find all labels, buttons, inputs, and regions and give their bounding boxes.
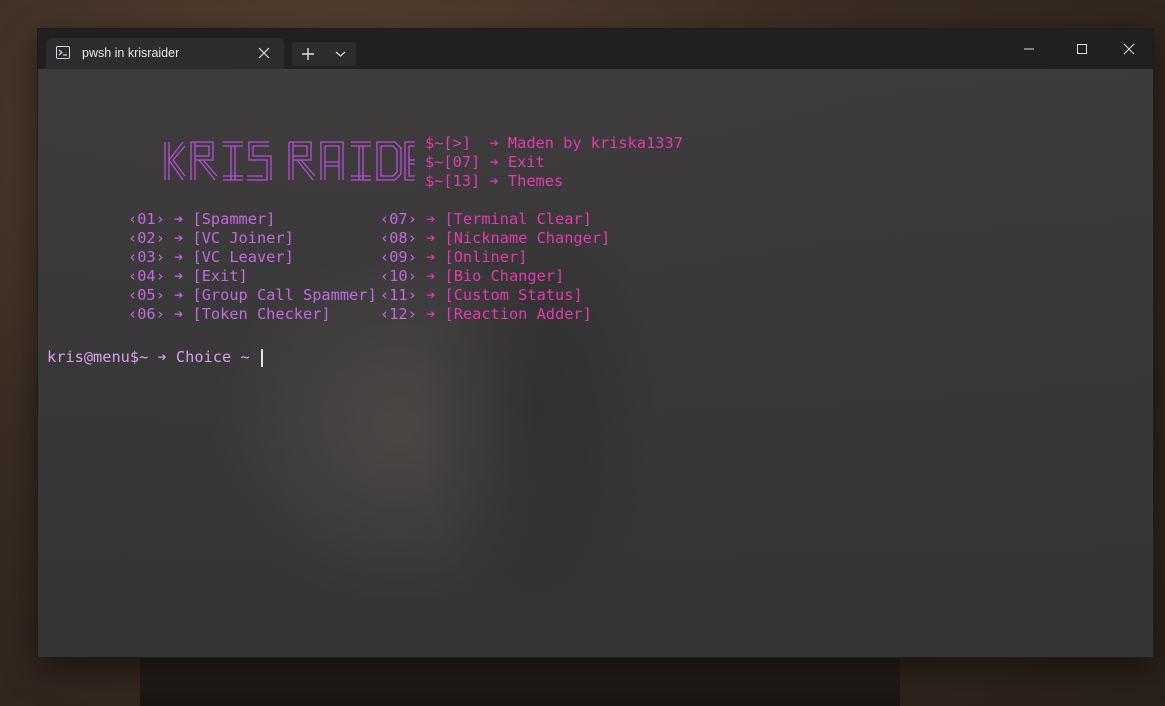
tab-pwsh[interactable]: pwsh in krisraider (46, 38, 284, 69)
menu-item-08: ‹08› ➔ [Nickname Changer] (380, 229, 611, 247)
menu-item-09: ‹09› ➔ [Onliner] (380, 248, 528, 266)
menu-item-02: ‹02› ➔ [VC Joiner] (128, 229, 294, 247)
menu-right-column: ‹07› ➔ [Terminal Clear] ‹08› ➔ [Nickname… (47, 210, 1147, 637)
menu-item-05: ‹05› ➔ [Group Call Spammer] (128, 286, 377, 304)
menu-item-12: ‹12› ➔ [Reaction Adder] (380, 305, 592, 323)
prompt-text: kris@menu$~ ➔ Choice ~ (47, 348, 259, 366)
menu-item-07: ‹07› ➔ [Terminal Clear] (380, 210, 592, 228)
text-cursor (260, 348, 263, 367)
menu-item-06: ‹06› ➔ [Token Checker] (128, 305, 331, 323)
terminal-output[interactable]: $~[>] ➔ Maden by kriska1337 $~[07] ➔ Exi… (47, 124, 1147, 624)
chevron-down-icon[interactable] (325, 42, 356, 66)
menu-item-10: ‹10› ➔ [Bio Changer] (380, 267, 565, 285)
title-bar: pwsh in krisraider (38, 29, 1153, 69)
header-line-1: $~[>] ➔ Maden by kriska1337 (425, 134, 683, 152)
kris-raider-ascii-logo (164, 141, 415, 181)
menu-item-03: ‹03› ➔ [VC Leaver] (128, 248, 294, 266)
close-tab-icon[interactable] (258, 47, 270, 59)
menu-item-04: ‹04› ➔ [Exit] (128, 267, 248, 285)
header-line-3: $~[13] ➔ Themes (425, 172, 564, 190)
powershell-icon (56, 46, 70, 59)
new-tab-button[interactable] (292, 42, 324, 66)
minimize-button[interactable] (1006, 29, 1052, 69)
menu-item-01: ‹01› ➔ [Spammer] (128, 210, 276, 228)
tab-actions (292, 42, 356, 66)
maximize-button[interactable] (1059, 29, 1105, 69)
command-prompt[interactable]: kris@menu$~ ➔ Choice ~ (47, 348, 263, 367)
tab-title: pwsh in krisraider (82, 46, 180, 60)
close-window-button[interactable] (1106, 29, 1152, 69)
header-line-2: $~[07] ➔ Exit (425, 153, 545, 171)
menu-item-11: ‹11› ➔ [Custom Status] (380, 286, 583, 304)
terminal-window: pwsh in krisraider $~[>] ➔ Maden by kris… (38, 29, 1153, 657)
